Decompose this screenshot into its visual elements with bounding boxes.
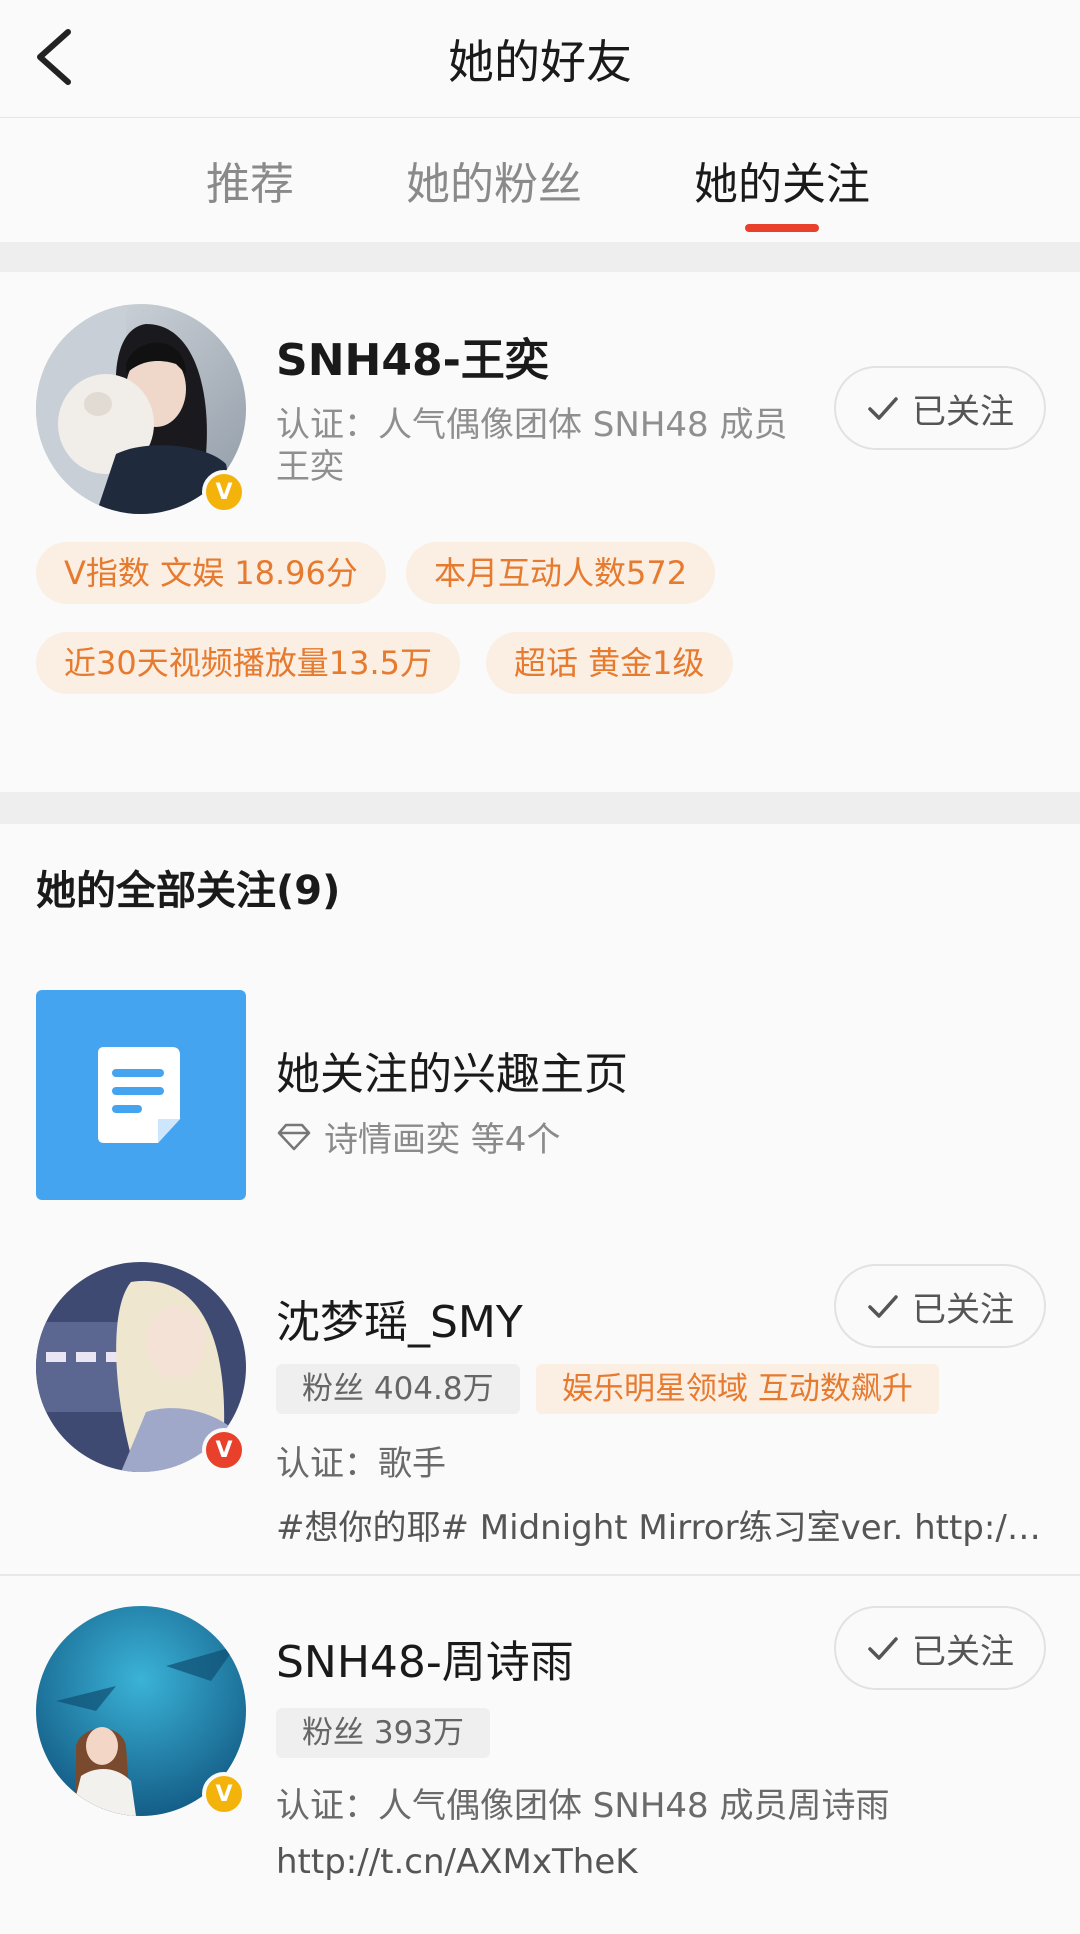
active-tab-indicator (745, 224, 819, 232)
video-views-pill[interactable]: 近30天视频播放量13.5万 (36, 632, 460, 694)
interest-page-thumbnail (36, 990, 246, 1200)
tab-her-following[interactable]: 她的关注 (694, 148, 870, 212)
follow-button[interactable]: 已关注 (834, 1606, 1046, 1690)
checkmark-icon (868, 1295, 898, 1318)
document-icon (98, 1047, 180, 1143)
user-verification: 认证：人气偶像团体 SNH48 成员周诗雨 (276, 1786, 890, 1826)
following-list-item[interactable]: V 沈梦瑶_SMY 已关注 粉丝 404.8万 娱乐明星领域 互动数飙升 认证：… (0, 1254, 1080, 1574)
follow-button[interactable]: 已关注 (834, 1264, 1046, 1348)
tab-her-fans[interactable]: 她的粉丝 (406, 148, 582, 212)
checkmark-icon (868, 1637, 898, 1660)
following-section-title: 她的全部关注(9) (36, 868, 341, 914)
fans-count-tag: 粉丝 393万 (276, 1708, 491, 1758)
monthly-interaction-pill[interactable]: 本月互动人数572 (406, 542, 716, 604)
interest-pages-summary: 诗情画奕 等4个 (324, 1120, 561, 1160)
user-name: SNH48-周诗雨 (276, 1637, 574, 1688)
user-verification: 认证：歌手 (276, 1444, 446, 1484)
trend-tag: 娱乐明星领域 互动数飙升 (536, 1364, 939, 1414)
following-list-item[interactable]: V SNH48-周诗雨 已关注 粉丝 393万 认证：人气偶像团体 SNH48 … (0, 1596, 1080, 1916)
verified-v-icon: V (202, 470, 246, 514)
tab-bar: 推荐 她的粉丝 她的关注 (0, 118, 1080, 242)
verified-v-icon: V (202, 1428, 246, 1472)
interest-pages-row[interactable]: 她关注的兴趣主页 诗情画奕 等4个 (0, 990, 1080, 1200)
row-divider (0, 1574, 1080, 1576)
follow-button[interactable]: 已关注 (834, 366, 1046, 450)
diamond-icon (277, 1123, 311, 1150)
section-gap (0, 242, 1080, 272)
user-latest-post: #想你的耶# Midnight Mirror练习室ver. http://t..… (276, 1508, 1048, 1548)
super-topic-pill[interactable]: 超话 黄金1级 (486, 632, 733, 694)
profile-name: SNH48-王奕 (276, 335, 549, 386)
follow-button-label: 已关注 (912, 391, 1014, 432)
top-bar: 她的好友 (0, 0, 1080, 118)
verified-v-icon: V (202, 1772, 246, 1816)
user-name: 沈梦瑶_SMY (276, 1297, 523, 1348)
interest-pages-title: 她关注的兴趣主页 (276, 1049, 628, 1100)
checkmark-icon (868, 397, 898, 420)
interest-pages-subtitle: 诗情画奕 等4个 (276, 1112, 560, 1161)
profile-card: V SNH48-王奕 认证：人气偶像团体 SNH48 成员 王奕 已关注 V指数… (0, 272, 1080, 792)
fans-count-tag: 粉丝 404.8万 (276, 1364, 520, 1414)
section-gap (0, 792, 1080, 824)
tab-recommend[interactable]: 推荐 (206, 148, 294, 212)
follow-button-label: 已关注 (912, 1289, 1014, 1330)
user-latest-post: http://t.cn/AXMxTheK (276, 1842, 638, 1882)
profile-verification-line1: 认证：人气偶像团体 SNH48 成员 (276, 405, 788, 445)
follow-button-label: 已关注 (912, 1631, 1014, 1672)
profile-verification-line2: 王奕 (276, 447, 344, 487)
v-index-pill[interactable]: V指数 文娱 18.96分 (36, 542, 386, 604)
page-title: 她的好友 (448, 35, 632, 89)
